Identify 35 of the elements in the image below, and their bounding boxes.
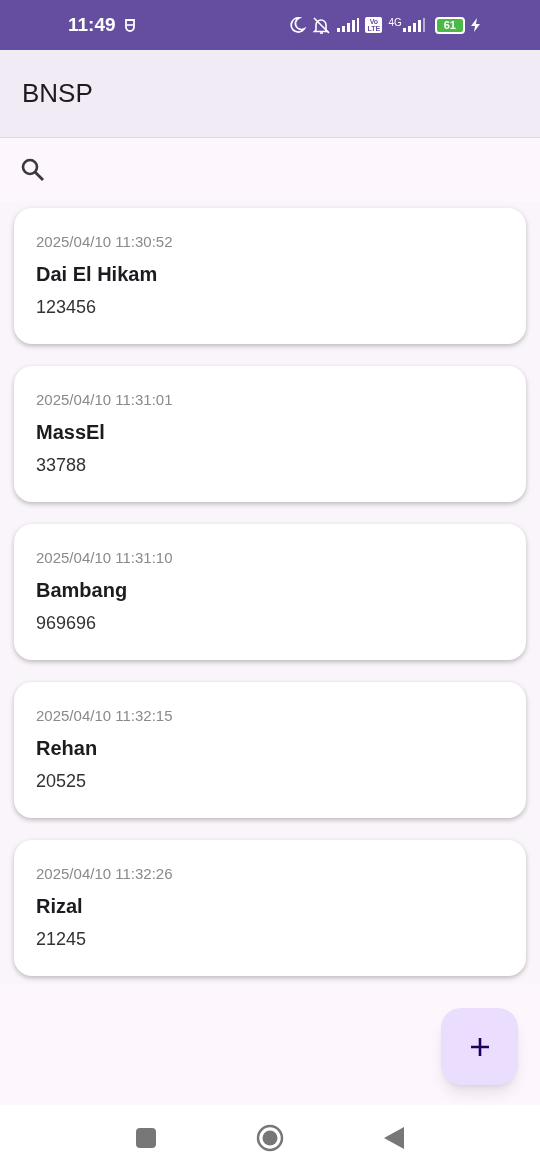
- moon-icon: [288, 16, 307, 34]
- signal-icon: [402, 18, 425, 32]
- entry-number: 969696: [36, 612, 98, 635]
- charging-icon: [471, 18, 480, 32]
- entry-timestamp: 2025/04/10 11:32:26: [36, 864, 174, 884]
- entry-timestamp: 2025/04/10 11:32:15: [36, 706, 174, 726]
- recents-icon[interactable]: [136, 1127, 156, 1148]
- entry-card[interactable]: 2025/04/10 11:30:52 Dai El Hikam 123456: [14, 208, 526, 344]
- entry-name: MassEl: [36, 420, 106, 445]
- entry-number: 21245: [36, 928, 88, 951]
- entry-card[interactable]: 2025/04/10 11:32:26 Rizal 21245: [14, 840, 526, 976]
- entry-number: 20525: [36, 770, 88, 793]
- search-icon[interactable]: [20, 157, 46, 183]
- battery-level: 61: [434, 16, 465, 34]
- entry-number: 123456: [36, 296, 98, 319]
- entry-timestamp: 2025/04/10 11:30:52: [36, 232, 174, 252]
- entry-card[interactable]: 2025/04/10 11:31:10 Bambang 969696: [14, 524, 526, 660]
- entry-name: Dai El Hikam: [36, 262, 159, 287]
- entry-name: Rehan: [36, 736, 99, 761]
- entry-name: Bambang: [36, 578, 129, 603]
- entry-card[interactable]: 2025/04/10 11:31:01 MassEl 33788: [14, 366, 526, 502]
- app-title: BNSP: [22, 77, 93, 110]
- back-icon[interactable]: [384, 1126, 404, 1149]
- home-icon[interactable]: [256, 1123, 284, 1152]
- signal-icon: [337, 18, 360, 32]
- plus-icon: [469, 1036, 490, 1057]
- network-type: 4G: [388, 18, 402, 28]
- entry-timestamp: 2025/04/10 11:31:01: [36, 390, 174, 410]
- shield-icon: [123, 17, 136, 33]
- entry-name: Rizal: [36, 894, 84, 919]
- entry-timestamp: 2025/04/10 11:31:10: [36, 548, 174, 568]
- entry-card[interactable]: 2025/04/10 11:32:15 Rehan 20525: [14, 682, 526, 818]
- entry-number: 33788: [36, 454, 88, 477]
- status-time: 11:49: [68, 12, 116, 37]
- muted-bell-icon: [312, 15, 332, 35]
